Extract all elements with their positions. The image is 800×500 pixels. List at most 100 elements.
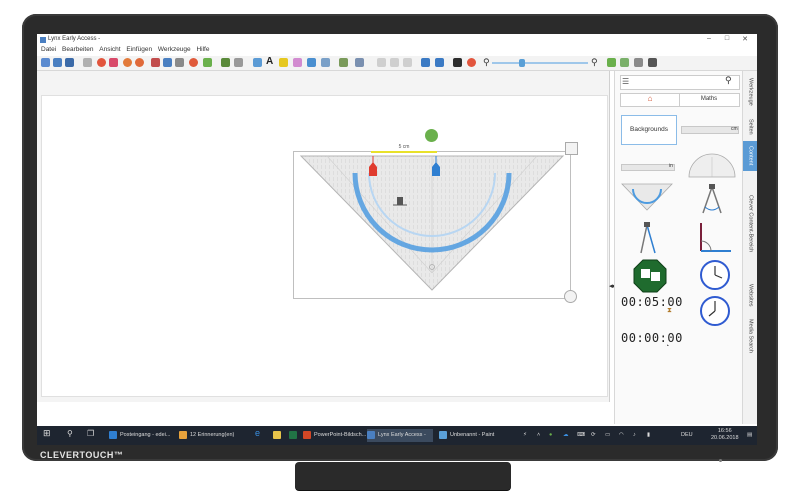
zoom-in-icon[interactable]: ⚲ (591, 57, 600, 67)
lock-icon[interactable] (403, 58, 412, 67)
excel-icon[interactable] (289, 429, 300, 442)
layers-icon[interactable] (163, 58, 172, 67)
align-icon[interactable] (175, 58, 184, 67)
shapes-icon[interactable] (307, 58, 316, 67)
countdown-timer[interactable]: 00:05:00 (621, 295, 683, 309)
tab-content[interactable]: Content (743, 141, 757, 171)
presentation-icon[interactable] (620, 58, 629, 67)
panel-search-bar[interactable] (620, 75, 740, 90)
copy-icon[interactable] (83, 58, 92, 67)
tray-display-icon[interactable]: ▭ (605, 429, 610, 442)
connector-icon[interactable] (339, 58, 348, 67)
taskbar: ⊞ ⚲ ❐ Posteingang - edei... 12 Erinnerun… (37, 426, 757, 445)
fill-icon[interactable] (355, 58, 364, 67)
dice-icon[interactable] (633, 259, 667, 293)
tab-maths[interactable]: Maths (680, 96, 738, 102)
taskbar-item-reminders[interactable]: 12 Erinnerung(en) (179, 429, 245, 442)
menu-datei[interactable]: Datei (41, 46, 56, 53)
document-icon[interactable] (203, 58, 212, 67)
tray-volume-icon[interactable]: ♪ (633, 429, 636, 442)
paste-icon[interactable] (109, 58, 118, 67)
clock-icon[interactable] (699, 259, 731, 291)
stopwatch-timer[interactable]: 00:00:00 (621, 331, 683, 345)
screen-capture-icon[interactable] (234, 58, 243, 67)
set-square-protractor-icon[interactable] (297, 153, 567, 293)
search-taskbar-icon[interactable]: ⚲ (67, 427, 73, 440)
cube-icon[interactable] (648, 58, 657, 67)
tab-media-search[interactable]: Media Search (743, 313, 757, 359)
backgrounds-button[interactable]: Backgrounds (621, 115, 677, 145)
group-icon[interactable] (151, 58, 160, 67)
eraser-icon[interactable] (321, 58, 330, 67)
minimize-button[interactable]: – (702, 35, 716, 42)
pen-icon[interactable] (279, 58, 288, 67)
zoom-out-icon[interactable]: ⚲ (483, 57, 492, 67)
highlighter-icon[interactable] (293, 58, 302, 67)
menu-hilfe[interactable]: Hilfe (196, 46, 209, 53)
tray-network-icon[interactable]: ⚡ (523, 429, 527, 442)
tab-seiten[interactable]: Seiten (743, 113, 757, 141)
taskbar-item-powerpoint[interactable]: PowerPoint-Bildsch... (303, 429, 369, 442)
notifications-icon[interactable]: ▤ (747, 429, 752, 442)
taskbar-item-lynx[interactable]: Lynx Early Access - (367, 429, 433, 442)
tray-cloud-icon[interactable]: ☁ (563, 429, 569, 442)
protractor-icon[interactable] (687, 153, 737, 179)
tray-chevron-icon[interactable]: ˄ (537, 429, 540, 442)
record-button-icon[interactable] (467, 58, 476, 67)
redo-icon[interactable] (135, 58, 144, 67)
rotate-handle[interactable] (425, 129, 438, 142)
menu-werkzeuge[interactable]: Werkzeuge (158, 46, 191, 53)
edge-icon[interactable]: e (255, 427, 260, 440)
zoom-slider[interactable] (492, 62, 588, 64)
menu-einfuegen[interactable]: Einfügen (126, 46, 152, 53)
powerpoint-icon (303, 430, 311, 439)
stopwatch-clock-icon[interactable] (699, 295, 731, 327)
delete-icon[interactable] (97, 58, 106, 67)
tab-clever-content-bereich[interactable]: Clever Content-Bereich (743, 171, 757, 277)
text-tool-icon[interactable]: A (266, 56, 275, 67)
tray-keyboard-icon[interactable]: ⌨ (577, 429, 585, 442)
undo-icon[interactable] (123, 58, 132, 67)
tray-app-icon[interactable]: ● (549, 429, 552, 442)
close-button[interactable]: ✕ (738, 35, 752, 43)
taskbar-item-outlook[interactable]: Posteingang - edei... (109, 429, 175, 442)
video-icon[interactable] (453, 58, 462, 67)
taskbar-item-paint[interactable]: Unbenannt - Paint (439, 429, 505, 442)
zoom-slider-handle[interactable] (519, 59, 525, 67)
tab-werkzeuge[interactable]: Werkzeuge (743, 71, 757, 113)
language-indicator[interactable]: DEU (681, 429, 693, 442)
explorer-icon[interactable] (273, 429, 284, 442)
tray-power-icon[interactable]: ▮ (647, 429, 650, 442)
open-icon[interactable] (53, 58, 62, 67)
select-cursor-icon[interactable] (253, 58, 262, 67)
task-view-icon[interactable]: ❐ (87, 427, 94, 440)
angle-icon[interactable] (695, 221, 735, 255)
compass-icon[interactable] (695, 183, 729, 215)
flip-horizontal-icon[interactable] (421, 58, 430, 67)
tray-sync-icon[interactable]: ⟳ (591, 429, 596, 442)
tab-websites[interactable]: Websites (743, 277, 757, 313)
record-icon[interactable] (189, 58, 198, 67)
arrange-front-icon[interactable] (377, 58, 386, 67)
magic-wand-icon[interactable] (221, 58, 230, 67)
device-icon[interactable] (634, 58, 643, 67)
search-icon[interactable]: ⚲ (725, 75, 732, 86)
set-square-icon[interactable] (621, 183, 673, 211)
tray-wifi-icon[interactable]: ◠ (619, 429, 624, 442)
menu-ansicht[interactable]: Ansicht (99, 46, 120, 53)
windows-start-icon[interactable]: ⊞ (43, 427, 51, 440)
arrange-back-icon[interactable] (390, 58, 399, 67)
home-icon[interactable]: ⌂ (621, 94, 680, 106)
clock[interactable]: 16:56 20.06.2018 (711, 428, 739, 442)
hamburger-menu-icon[interactable]: ☰ (622, 77, 629, 86)
maximize-button[interactable]: □ (720, 35, 734, 42)
content-panel: ☰ ⚲ ⌂ Maths Backgrounds cm in 00:05:00 ⧗… (614, 71, 743, 424)
play-icon[interactable] (607, 58, 616, 67)
save-icon[interactable] (65, 58, 74, 67)
ruler-inch-icon[interactable] (621, 164, 675, 171)
flip-vertical-icon[interactable] (435, 58, 444, 67)
screen: Lynx Early Access - – □ ✕ Datei Bearbeit… (37, 34, 757, 445)
menu-bearbeiten[interactable]: Bearbeiten (62, 46, 93, 53)
compass-pencil-icon[interactable] (633, 221, 663, 255)
new-icon[interactable] (41, 58, 50, 67)
